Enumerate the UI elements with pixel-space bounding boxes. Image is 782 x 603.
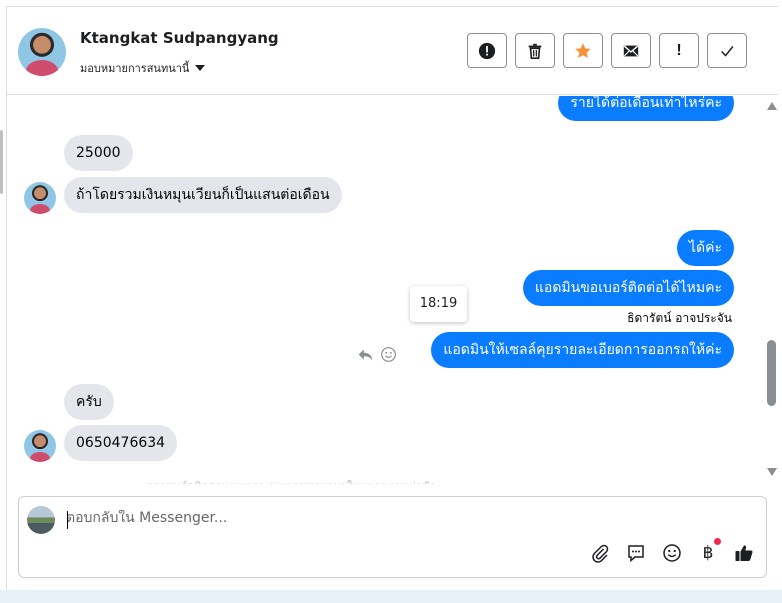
message-incoming[interactable]: 0650476634 (64, 425, 178, 461)
reply-input[interactable] (66, 510, 666, 526)
assign-conversation-dropdown[interactable]: มอบหมายการสนทนานี้ (80, 59, 206, 77)
follow-up-button[interactable]: ! (659, 33, 699, 68)
trash-icon (528, 43, 542, 59)
delete-button[interactable] (515, 33, 555, 68)
conversation-header: Ktangkat Sudpangyang มอบหมายการสนทนานี้ … (7, 7, 778, 95)
contact-avatar-small[interactable] (24, 182, 56, 214)
message-incoming[interactable]: ครับ (64, 384, 114, 420)
reply-icon[interactable] (357, 346, 374, 363)
caret-down-icon (195, 65, 206, 71)
message-incoming[interactable]: ถ้าโดยรวมเงินหมุนเวียนก็เป็นแสนต่อเดือน (64, 177, 342, 213)
react-smiley-icon[interactable] (380, 346, 397, 363)
message-outgoing[interactable]: แอดมินขอเบอร์ติดต่อได้ไหมคะ (522, 270, 734, 306)
text-caret (67, 511, 68, 529)
baht-icon: ฿ (702, 543, 714, 562)
notification-dot (714, 538, 721, 545)
system-note-partial: ลรถยนต์ลมิดดรนขมหตอเวพเขามหาผลมวใหตนลตตย… (147, 477, 436, 484)
emoji-button[interactable] (661, 542, 683, 564)
contact-avatar-small[interactable] (24, 430, 56, 462)
message-incoming[interactable]: 25000 (64, 135, 133, 171)
scroll-up-arrow[interactable] (767, 102, 777, 110)
attach-button[interactable] (589, 542, 611, 564)
message-hover-actions (357, 346, 397, 363)
messenger-conversation-window: Ktangkat Sudpangyang มอบหมายการสนทนานี้ … (0, 0, 782, 603)
thumbs-up-icon (735, 545, 753, 561)
header-actions: ! (467, 33, 747, 68)
mark-spam-button[interactable] (467, 33, 507, 68)
exclamation-icon: ! (676, 41, 682, 59)
assign-conversation-label: มอบหมายการสนทนานี้ (80, 62, 190, 75)
envelope-icon (623, 45, 639, 56)
page-bottom-band (0, 590, 782, 603)
star-button[interactable] (563, 33, 603, 68)
paperclip-icon (592, 544, 609, 563)
chat-bubble-icon (628, 545, 644, 563)
payment-button[interactable]: ฿ (697, 538, 721, 564)
check-icon (721, 45, 734, 57)
reply-composer: ฿ (18, 496, 767, 578)
mark-unread-button[interactable] (611, 33, 651, 68)
composer-tools: ฿ (589, 538, 755, 564)
thread-scrollbar-thumb[interactable] (767, 340, 776, 406)
scroll-down-arrow[interactable] (767, 468, 777, 476)
page-avatar (27, 506, 55, 534)
outer-scroll-thumb[interactable] (0, 130, 3, 194)
message-outgoing[interactable]: รายได้ต่อเดือนเท่าไหร่คะ (558, 96, 734, 121)
mark-done-button[interactable] (707, 33, 747, 68)
smiley-icon (663, 544, 681, 562)
contact-name[interactable]: Ktangkat Sudpangyang (80, 29, 279, 47)
star-icon (575, 42, 591, 58)
timestamp-tooltip: 18:19 (410, 286, 467, 322)
alert-circle-icon (478, 42, 496, 59)
like-button[interactable] (733, 542, 755, 564)
saved-replies-button[interactable] (625, 542, 647, 564)
contact-avatar[interactable] (18, 28, 66, 76)
message-thread[interactable]: รายได้ต่อเดือนเท่าไหร่คะ 25000 ถ้าโดยรวม… (7, 96, 767, 484)
message-outgoing[interactable]: แอดมินให้เซลล์คุยรายละเอียดการออกรถให้ค่… (431, 332, 734, 368)
message-outgoing[interactable]: ได้ค่ะ (676, 230, 734, 266)
sender-name: ธิดารัตน์ อาจประจัน (627, 311, 732, 325)
